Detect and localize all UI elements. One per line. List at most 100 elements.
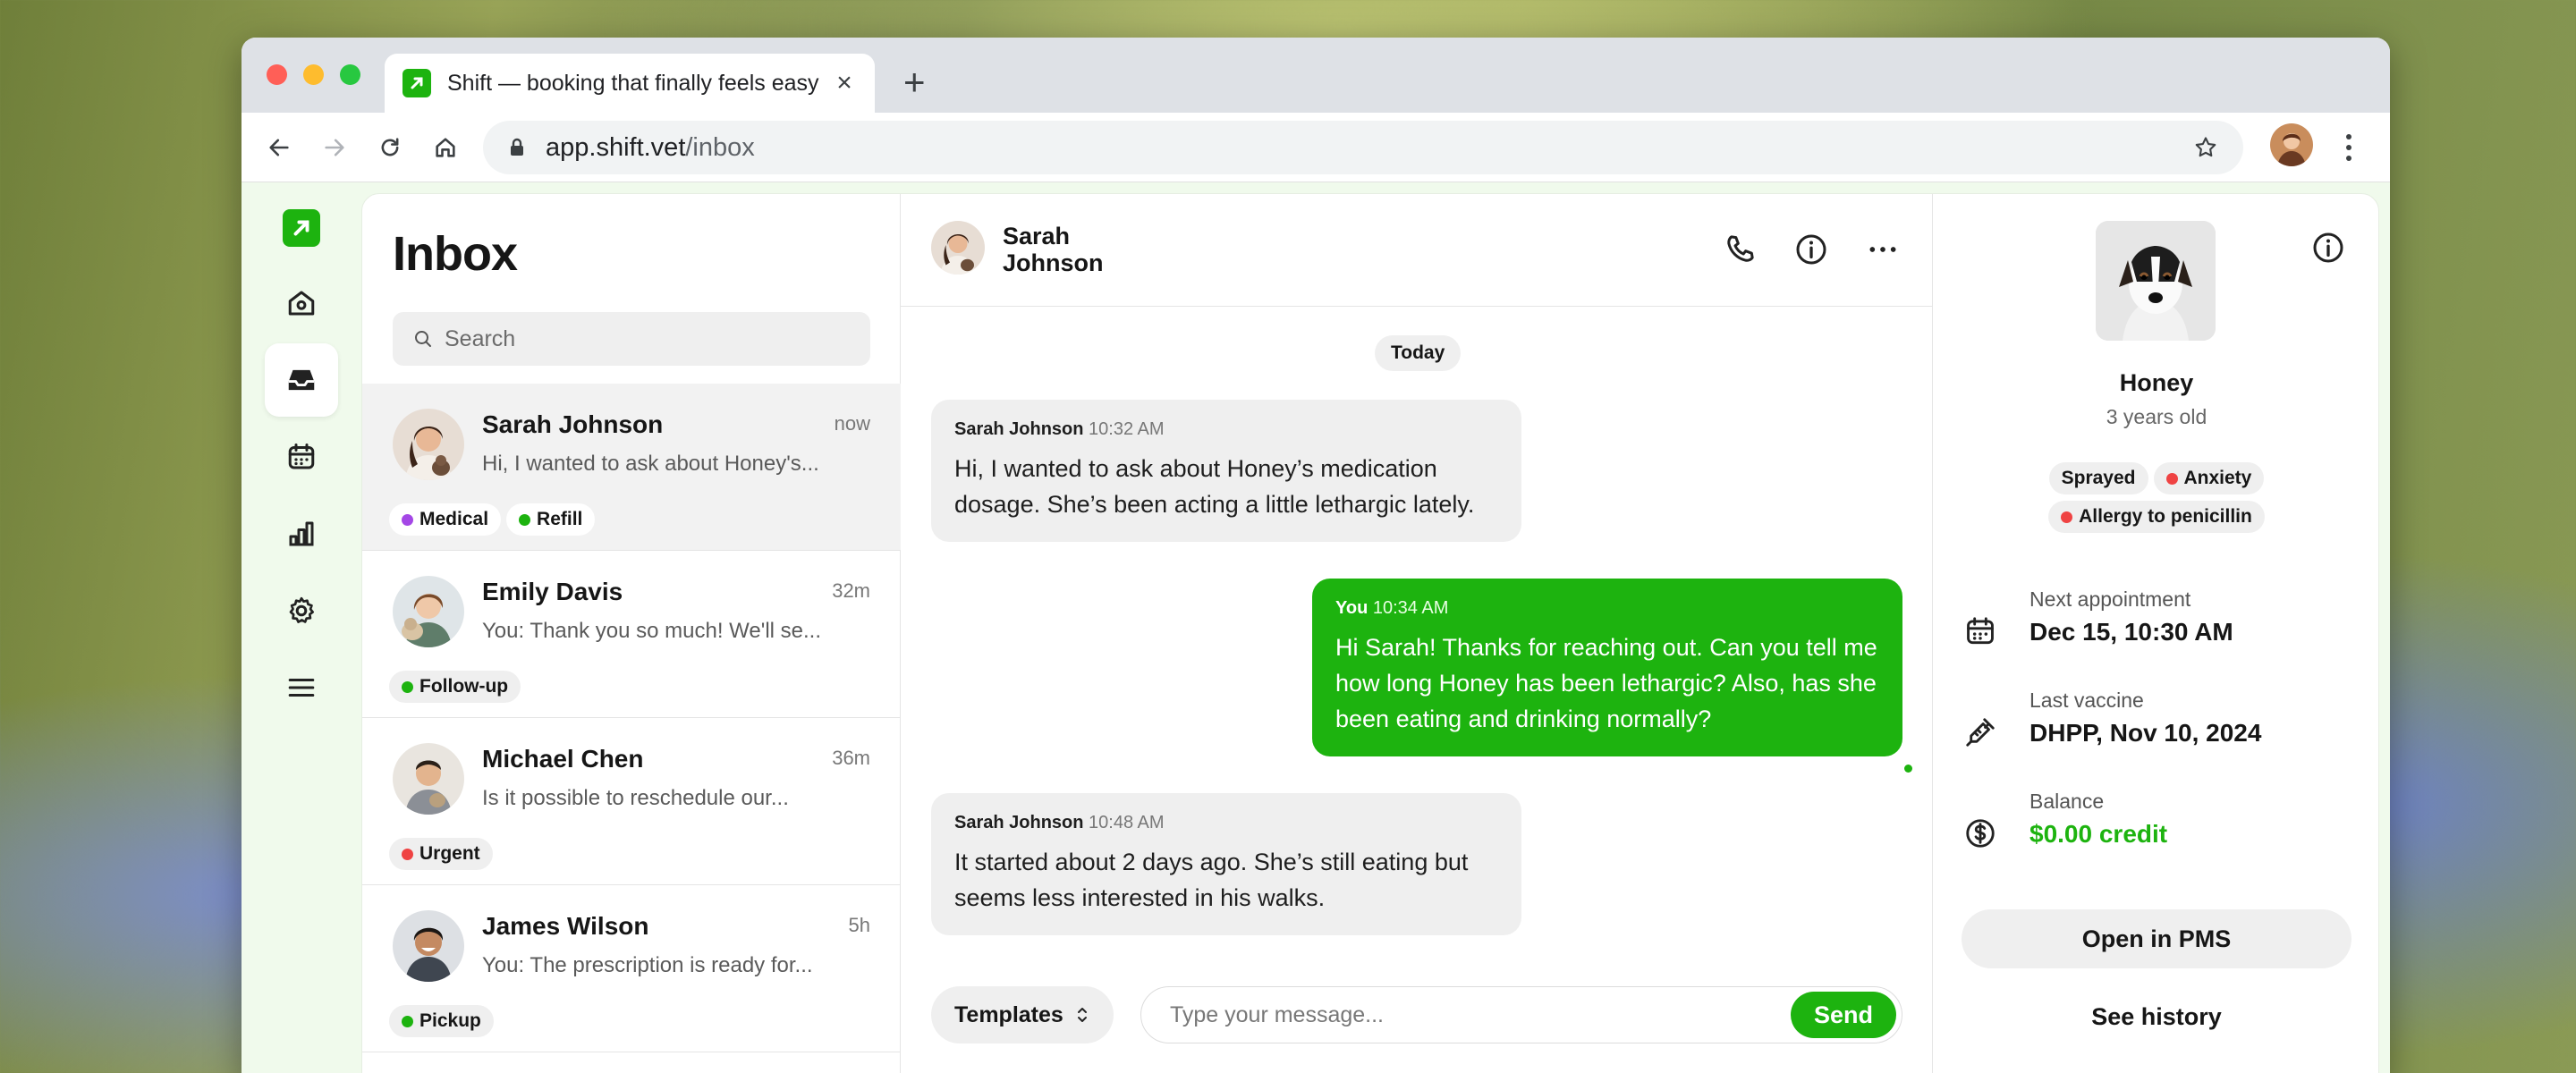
tag-urgent: Urgent (389, 838, 493, 870)
nav-menu[interactable] (265, 651, 338, 724)
nav-settings[interactable] (265, 574, 338, 647)
info-label: Next appointment (2029, 587, 2191, 611)
tag-dot-icon (402, 1015, 413, 1027)
open-in-pms-button[interactable]: Open in PMS (1962, 909, 2351, 968)
conversation-name: Sarah Johnson (482, 410, 664, 438)
last-vaccine-row: Last vaccine DHPP, Nov 10, 2024 (1963, 689, 2357, 778)
conversation-tags: Pickup (389, 1005, 494, 1037)
info-icon[interactable] (1793, 232, 1829, 272)
message-meta: You 10:34 AM (1335, 598, 1449, 618)
back-icon[interactable] (258, 113, 301, 182)
nav-rail (242, 182, 361, 1073)
info-label: Balance (2029, 790, 2105, 813)
calendar-icon (288, 444, 315, 469)
more-options-icon[interactable] (1865, 232, 1901, 272)
search-box[interactable] (393, 312, 870, 366)
tab-title: Shift — booking that finally feels easy (447, 70, 819, 96)
address-bar[interactable]: app.shift.vet/inbox (483, 121, 2243, 174)
inbox-icon (288, 369, 315, 391)
message-text: Hi Sarah! Thanks for reaching out. Can y… (1335, 634, 1877, 732)
pet-info-icon[interactable] (2310, 230, 2346, 270)
forward-icon[interactable] (313, 113, 356, 182)
avatar[interactable] (931, 221, 985, 275)
nav-inbox[interactable] (265, 343, 338, 417)
syringe-icon (1963, 715, 1997, 754)
home-icon[interactable] (424, 113, 467, 182)
conversation-item[interactable]: Emily Davis You: Thank you so much! We'l… (362, 551, 901, 718)
pet-photo (2096, 221, 2216, 341)
conversation-tags: Urgent (389, 838, 493, 870)
nav-reports[interactable] (265, 497, 338, 570)
tag-refill: Refill (506, 503, 596, 536)
tag-follow-up: Follow-up (389, 671, 521, 703)
nav-calendar[interactable] (265, 420, 338, 494)
templates-button[interactable]: Templates (931, 986, 1114, 1043)
conversation-name: Emily Davis (482, 578, 623, 605)
conversation-name: Michael Chen (482, 745, 644, 773)
tag-medical: Medical (389, 503, 502, 536)
conversation-preview: Is it possible to reschedule our... (482, 786, 789, 810)
conversation-time: 32m (832, 579, 870, 602)
chat-panel: Sarah Johnson Today Sarah Johnson 10:32 A… (901, 194, 1933, 1073)
reload-icon[interactable] (369, 113, 411, 182)
minimize-window-button[interactable] (303, 64, 324, 85)
dollar-icon (1963, 816, 1997, 855)
conversation-tags: Follow-up (389, 671, 521, 703)
pet-tags-row: Allergy to penicillin (1933, 501, 2378, 533)
send-button[interactable]: Send (1791, 992, 1896, 1038)
tag-anxiety: Anxiety (2153, 462, 2265, 494)
bookmark-star-icon[interactable] (2193, 135, 2218, 165)
tag-dot-icon (2061, 511, 2073, 523)
browser-menu-icon[interactable] (2343, 132, 2354, 167)
tag-dot-icon (519, 513, 531, 526)
tag-dot-icon (402, 848, 413, 860)
pet-name: Honey (2119, 369, 2194, 396)
pet-age: 3 years old (2106, 405, 2207, 428)
message-text: Hi, I wanted to ask about Honey’s medica… (954, 455, 1475, 518)
info-value: DHPP, Nov 10, 2024 (2029, 719, 2262, 747)
message-text: It started about 2 days ago. She’s still… (954, 849, 1469, 911)
shift-logo-icon[interactable] (283, 209, 320, 247)
conversation-item[interactable]: Sarah Johnson Hi, I wanted to ask about … (362, 384, 901, 551)
see-history-button[interactable]: See history (1962, 990, 2351, 1043)
phone-icon[interactable] (1722, 232, 1758, 272)
conversation-preview: You: The prescription is ready for... (482, 953, 813, 977)
conversation-item[interactable]: James Wilson You: The prescription is re… (362, 885, 901, 1052)
browser-tab[interactable]: Shift — booking that finally feels easy … (385, 54, 875, 113)
conversation-item[interactable]: Michael Chen Is it possible to reschedul… (362, 718, 901, 885)
search-input[interactable] (445, 325, 847, 352)
tag-dot-icon (2165, 472, 2178, 485)
maximize-window-button[interactable] (340, 64, 360, 85)
shift-app: Inbox Sarah Johnson Hi, I wanted to ask … (242, 182, 2390, 1073)
new-tab-icon[interactable]: + (903, 61, 926, 104)
info-label: Last vaccine (2029, 689, 2144, 712)
url-text: app.shift.vet/inbox (546, 132, 755, 162)
message-meta: Sarah Johnson 10:32 AM (954, 419, 1165, 439)
conversation-time: now (834, 412, 870, 435)
close-tab-icon[interactable]: × (832, 68, 857, 98)
message-composer: Send (1140, 986, 1902, 1043)
avatar (393, 743, 464, 815)
browser-window: Shift — booking that finally feels easy … (242, 38, 2390, 1073)
message-input[interactable] (1170, 1001, 1791, 1028)
balance-row: Balance $0.00 credit (1963, 790, 2357, 879)
conversation-preview: Hi, I wanted to ask about Honey's... (482, 452, 819, 476)
tag-sprayed: Sprayed (2048, 462, 2148, 494)
next-appointment-row: Next appointment Dec 15, 10:30 AM (1963, 587, 2357, 677)
avatar (393, 409, 464, 480)
updown-chevron-icon (1077, 1008, 1087, 1022)
close-window-button[interactable] (267, 64, 287, 85)
conversation-time: 5h (848, 914, 870, 936)
pet-tags-row: Sprayed Anxiety (1933, 462, 2378, 494)
tab-strip: Shift — booking that finally feels easy … (242, 38, 2390, 113)
search-icon (415, 331, 431, 347)
tag-allergy: Allergy to penicillin (2048, 501, 2265, 533)
nav-home[interactable] (265, 266, 338, 340)
browser-profile-avatar[interactable] (2270, 123, 2313, 166)
pet-details-panel: Honey 3 years old Sprayed Anxiety Allerg… (1933, 194, 2378, 1073)
message-outgoing: You 10:34 AM Hi Sarah! Thanks for reachi… (1312, 579, 1902, 756)
conversation-preview: You: Thank you so much! We'll se... (482, 619, 822, 643)
window-controls (267, 64, 360, 85)
chat-contact-name[interactable]: Sarah Johnson (1003, 223, 1128, 276)
conversation-time: 36m (832, 747, 870, 769)
